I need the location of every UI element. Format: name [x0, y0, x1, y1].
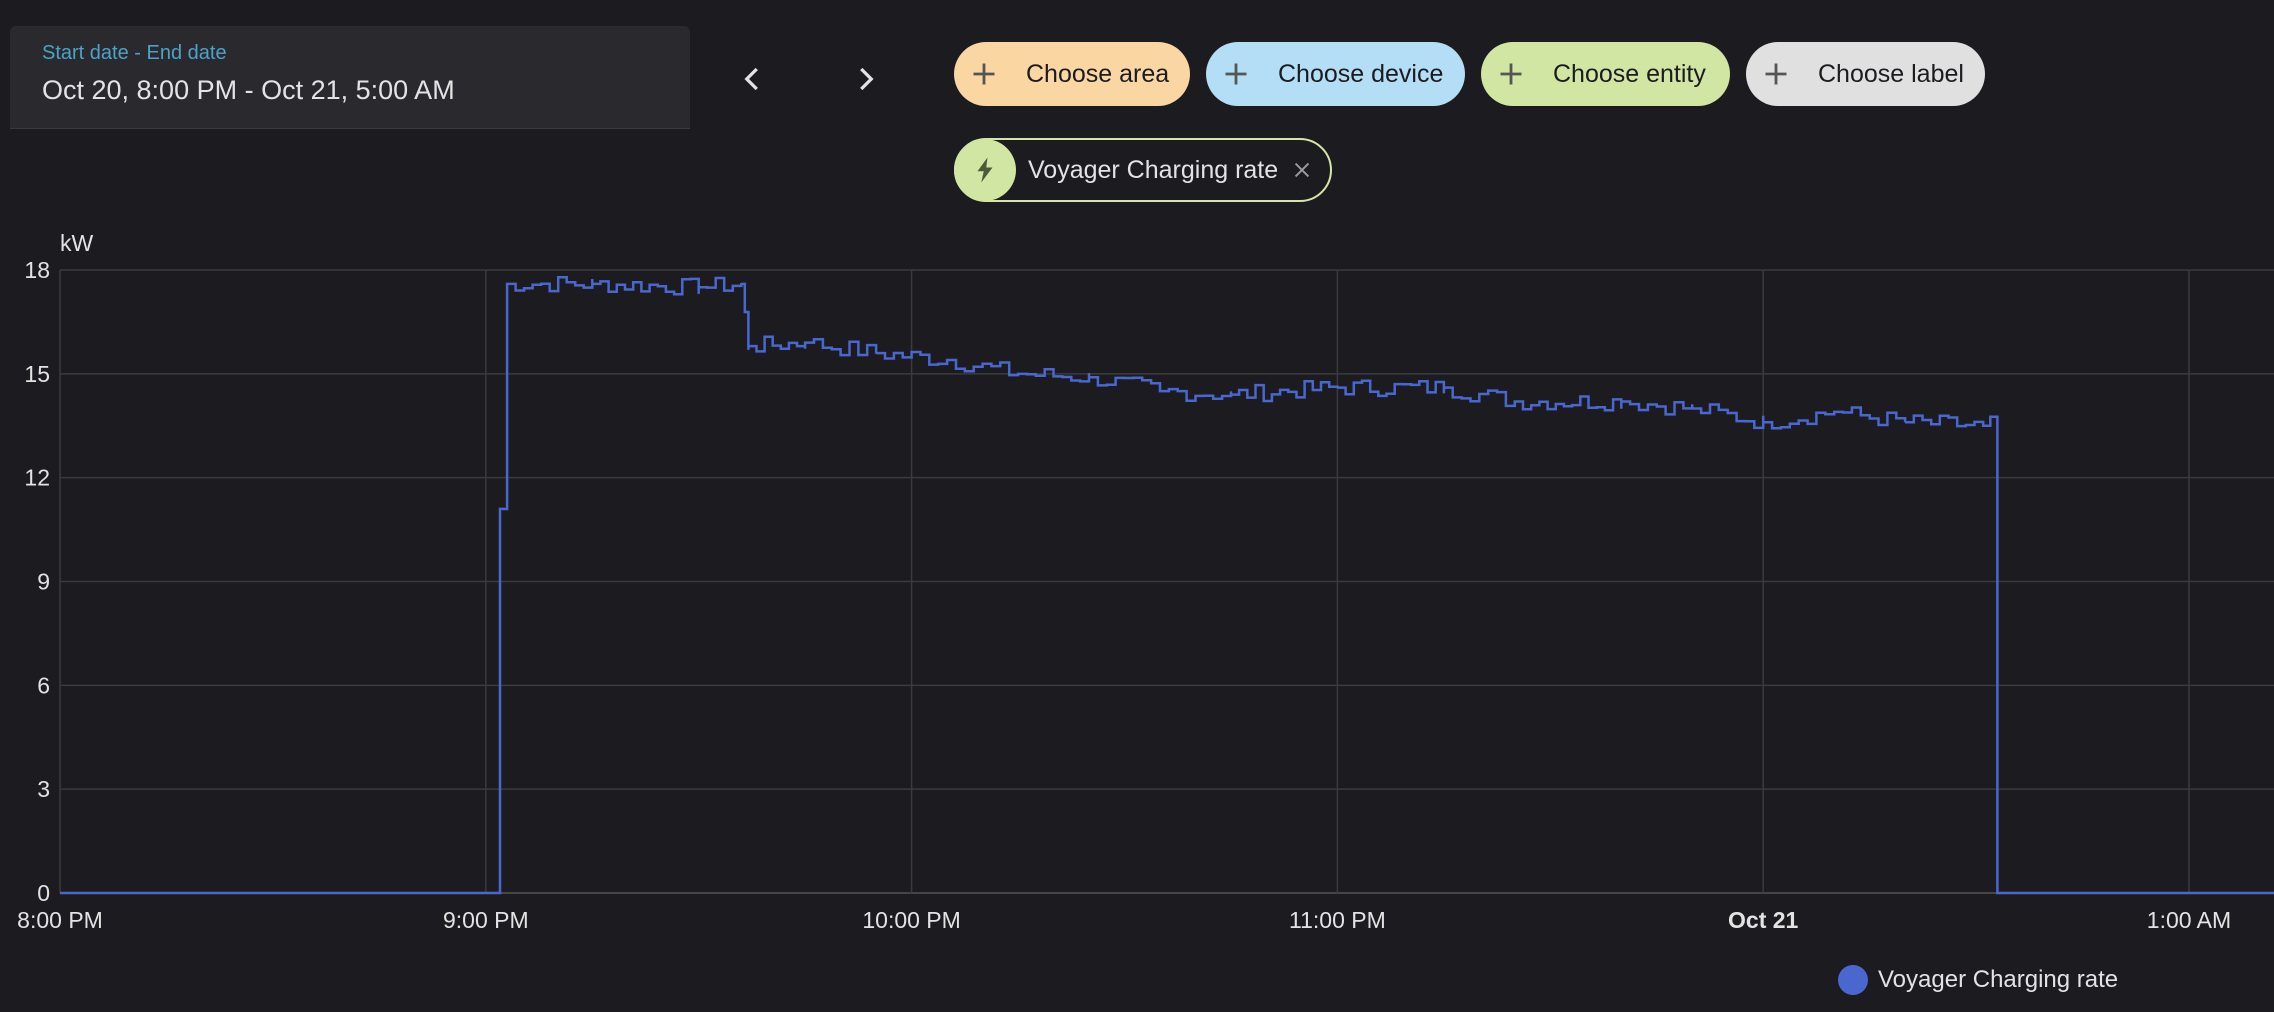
y-tick-label: 6 — [37, 672, 50, 698]
series-line-voyager-charging-rate — [60, 276, 2274, 895]
y-axis-unit-label: kW — [60, 230, 94, 256]
y-tick-label: 15 — [24, 361, 50, 387]
y-tick-label: 12 — [24, 465, 50, 491]
x-tick-label: 10:00 PM — [862, 907, 960, 933]
x-tick-label: 11:00 PM — [1289, 907, 1386, 933]
y-tick-label: 9 — [37, 569, 50, 595]
charging-rate-chart[interactable]: 0 3 6 9 12 15 18 kW 8:00 PM 9:00 PM 10:00 PM 11:00 … — [0, 0, 2274, 1012]
y-tick-label: 0 — [37, 880, 50, 906]
x-tick-label: Oct 21 — [1728, 907, 1799, 933]
legend-color-swatch — [1838, 965, 1868, 995]
x-tick-label: 8:00 PM — [17, 907, 103, 933]
legend-label: Voyager Charging rate — [1878, 966, 2119, 993]
y-tick-label: 18 — [24, 257, 50, 283]
y-tick-label: 3 — [37, 776, 50, 802]
chart-legend-item[interactable]: Voyager Charging rate — [1838, 965, 2118, 995]
x-tick-label: 9:00 PM — [443, 907, 529, 933]
x-tick-label: 1:00 AM — [2147, 907, 2231, 933]
